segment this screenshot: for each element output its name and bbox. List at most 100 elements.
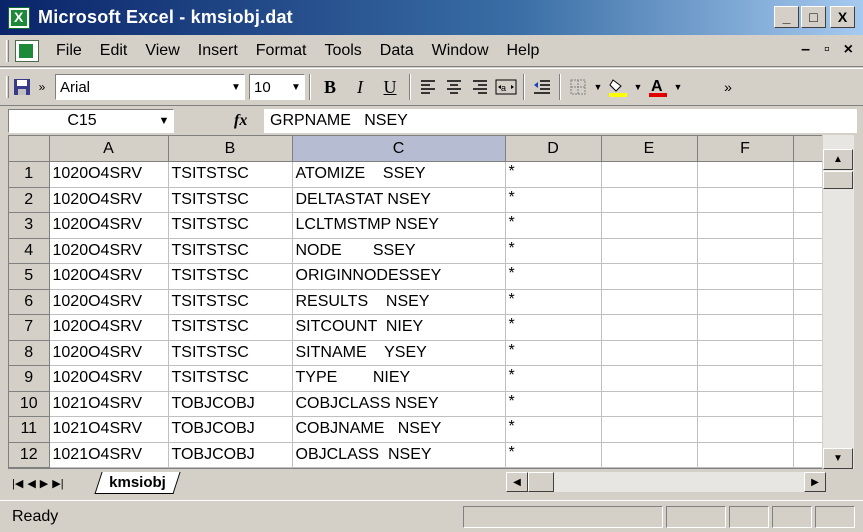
name-box[interactable]: C15 ▼ <box>8 109 174 133</box>
excel-app-icon[interactable]: X <box>8 6 30 29</box>
menu-data[interactable]: Data <box>371 42 423 60</box>
cell-f[interactable] <box>697 416 794 443</box>
next-sheet-icon[interactable]: ▶ <box>40 477 48 490</box>
save-icon[interactable] <box>9 74 35 100</box>
cell-a[interactable]: 1021O4SRV <box>49 391 169 417</box>
column-header-e[interactable]: E <box>601 136 698 162</box>
doc-close-button[interactable]: × <box>844 41 853 59</box>
vertical-scroll-thumb[interactable] <box>823 171 853 189</box>
bold-button[interactable]: B <box>315 73 345 101</box>
menu-file[interactable]: File <box>47 42 91 60</box>
cell-e[interactable] <box>601 212 698 239</box>
cell-b[interactable]: TSITSTSC <box>168 314 293 341</box>
cell-d[interactable]: * <box>505 314 602 341</box>
cell-b[interactable]: TOBJCOBJ <box>168 391 293 417</box>
cell-b[interactable]: TSITSTSC <box>168 187 293 213</box>
cell-f[interactable] <box>697 314 794 341</box>
cell-a[interactable]: 1020O4SRV <box>49 238 169 264</box>
cell-d[interactable]: * <box>505 289 602 315</box>
cell-d[interactable]: * <box>505 416 602 443</box>
scroll-left-icon[interactable]: ◀ <box>506 472 528 492</box>
cell-f[interactable] <box>697 187 794 213</box>
cell-c[interactable]: SITNAME YSEY <box>292 340 506 366</box>
italic-button[interactable]: I <box>345 73 375 101</box>
cell-b[interactable]: TSITSTSC <box>168 212 293 239</box>
cell-d[interactable]: * <box>505 161 602 188</box>
row-header[interactable]: 9 <box>9 365 50 392</box>
cell-e[interactable] <box>601 289 698 315</box>
cell-d[interactable]: * <box>505 391 602 417</box>
underline-button[interactable]: U <box>375 73 405 101</box>
worksheet-grid[interactable]: A B C D E F 1 1020O4SRV TSITSTSC ATOMIZE SS… <box>8 135 854 469</box>
menu-view[interactable]: View <box>136 42 188 60</box>
vertical-scrollbar[interactable]: ▲ ▼ <box>822 135 854 469</box>
decrease-indent-icon[interactable] <box>529 74 555 100</box>
cell-a[interactable]: 1020O4SRV <box>49 263 169 290</box>
row-header[interactable]: 2 <box>9 187 50 213</box>
doc-minimize-button[interactable]: – <box>801 41 810 59</box>
font-size-select[interactable]: 10 ▼ <box>249 74 305 100</box>
cell-e[interactable] <box>601 161 698 188</box>
cell-c[interactable]: ATOMIZE SSEY <box>292 161 506 188</box>
cell-f[interactable] <box>697 391 794 417</box>
row-header[interactable]: 11 <box>9 416 50 443</box>
menu-help[interactable]: Help <box>498 42 549 60</box>
cell-c[interactable]: OBJCLASS NSEY <box>292 442 506 468</box>
maximize-button[interactable]: □ <box>801 6 826 28</box>
cell-d[interactable]: * <box>505 238 602 264</box>
cell-f[interactable] <box>697 161 794 188</box>
cell-a[interactable]: 1020O4SRV <box>49 365 169 392</box>
row-header[interactable]: 8 <box>9 340 50 366</box>
menu-format[interactable]: Format <box>247 42 316 60</box>
borders-icon[interactable] <box>565 74 591 100</box>
cell-e[interactable] <box>601 416 698 443</box>
cell-b[interactable]: TSITSTSC <box>168 365 293 392</box>
font-color-icon[interactable]: A <box>645 74 671 100</box>
cell-a[interactable]: 1020O4SRV <box>49 289 169 315</box>
close-button[interactable]: X <box>830 6 855 28</box>
cell-e[interactable] <box>601 238 698 264</box>
cell-d[interactable]: * <box>505 212 602 239</box>
last-sheet-icon[interactable]: ▶| <box>52 477 63 490</box>
align-right-icon[interactable] <box>467 74 493 100</box>
scroll-down-icon[interactable]: ▼ <box>823 448 853 469</box>
cell-b[interactable]: TOBJCOBJ <box>168 416 293 443</box>
scroll-up-icon[interactable]: ▲ <box>823 149 853 170</box>
menu-grip[interactable] <box>6 39 9 62</box>
chevron-down-icon[interactable]: ▼ <box>631 74 645 100</box>
cell-a[interactable]: 1020O4SRV <box>49 212 169 239</box>
menu-insert[interactable]: Insert <box>189 42 247 60</box>
cell-a[interactable]: 1020O4SRV <box>49 187 169 213</box>
minimize-button[interactable]: _ <box>774 6 799 28</box>
cell-e[interactable] <box>601 314 698 341</box>
cell-c[interactable]: NODE SSEY <box>292 238 506 264</box>
cell-a[interactable]: 1021O4SRV <box>49 442 169 468</box>
cell-f[interactable] <box>697 442 794 468</box>
cell-c[interactable]: LCLTMSTMP NSEY <box>292 212 506 239</box>
cell-d[interactable]: * <box>505 263 602 290</box>
cell-e[interactable] <box>601 187 698 213</box>
align-left-icon[interactable] <box>415 74 441 100</box>
toolbar-options-icon[interactable]: » <box>721 74 735 100</box>
toolbar-options-icon[interactable]: » <box>35 74 49 100</box>
cell-e[interactable] <box>601 442 698 468</box>
column-header-b[interactable]: B <box>168 136 293 162</box>
cell-f[interactable] <box>697 340 794 366</box>
column-header-a[interactable]: A <box>49 136 169 162</box>
row-header[interactable]: 1 <box>9 161 50 188</box>
cell-f[interactable] <box>697 289 794 315</box>
cell-d[interactable]: * <box>505 187 602 213</box>
select-all-corner[interactable] <box>9 136 50 162</box>
merge-center-icon[interactable]: a <box>493 74 519 100</box>
scroll-right-icon[interactable]: ▶ <box>804 472 826 492</box>
chevron-down-icon[interactable]: ▼ <box>155 115 173 127</box>
cell-c[interactable]: DELTASTAT NSEY <box>292 187 506 213</box>
row-header[interactable]: 12 <box>9 442 50 468</box>
row-header[interactable]: 4 <box>9 238 50 264</box>
cell-d[interactable]: * <box>505 340 602 366</box>
cell-c[interactable]: TYPE NIEY <box>292 365 506 392</box>
prev-sheet-icon[interactable]: ◀ <box>27 477 35 490</box>
cell-f[interactable] <box>697 212 794 239</box>
cell-f[interactable] <box>697 263 794 290</box>
formula-input[interactable]: GRPNAME NSEY <box>264 109 857 133</box>
